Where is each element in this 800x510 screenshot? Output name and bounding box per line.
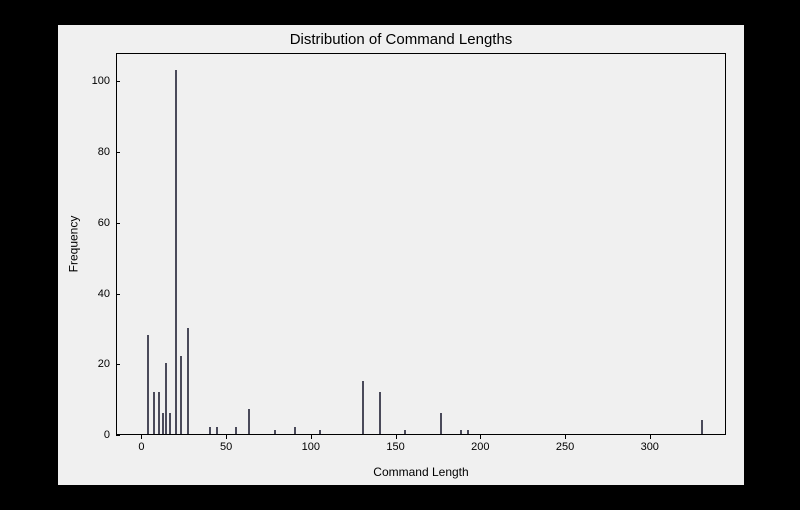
y-tick-label: 80 (80, 146, 110, 158)
x-tick-label: 250 (556, 441, 574, 453)
y-tick-label: 40 (80, 288, 110, 300)
histogram-bar (165, 363, 167, 434)
histogram-bar (701, 420, 703, 434)
histogram-bar (274, 430, 276, 434)
histogram-bar (294, 427, 296, 434)
histogram-bar (158, 392, 160, 434)
histogram-bar (440, 413, 442, 434)
y-tick-mark (116, 294, 120, 295)
y-tick-label: 0 (80, 429, 110, 441)
chart-title: Distribution of Command Lengths (58, 31, 744, 48)
y-tick-label: 100 (80, 75, 110, 87)
y-tick-mark (116, 223, 120, 224)
x-tick-mark (141, 435, 142, 439)
x-tick-mark (311, 435, 312, 439)
x-tick-mark (226, 435, 227, 439)
histogram-bar (180, 356, 182, 434)
histogram-bar (169, 413, 171, 434)
y-tick-label: 60 (80, 217, 110, 229)
x-tick-label: 200 (471, 441, 489, 453)
histogram-bar (319, 430, 321, 434)
histogram-bar (235, 427, 237, 434)
x-tick-label: 100 (302, 441, 320, 453)
x-tick-mark (396, 435, 397, 439)
histogram-bar (209, 427, 211, 434)
y-tick-label: 20 (80, 358, 110, 370)
x-tick-mark (650, 435, 651, 439)
histogram-bar (379, 392, 381, 434)
y-tick-mark (116, 364, 120, 365)
x-tick-label: 150 (386, 441, 404, 453)
y-tick-mark (116, 152, 120, 153)
histogram-bar (175, 70, 177, 434)
histogram-bar (248, 409, 250, 434)
histogram-bar (467, 430, 469, 434)
chart-figure: Distribution of Command Lengths Command … (58, 25, 744, 485)
y-tick-mark (116, 435, 120, 436)
plot-area (116, 53, 726, 435)
y-axis-label: Frequency (66, 53, 80, 435)
x-tick-label: 300 (641, 441, 659, 453)
x-tick-mark (480, 435, 481, 439)
histogram-bar (460, 430, 462, 434)
histogram-bar (362, 381, 364, 434)
histogram-bar (187, 328, 189, 434)
x-tick-label: 50 (220, 441, 232, 453)
x-tick-label: 0 (138, 441, 144, 453)
x-tick-mark (565, 435, 566, 439)
histogram-bar (147, 335, 149, 434)
y-tick-mark (116, 81, 120, 82)
histogram-bar (404, 430, 406, 434)
histogram-bar (153, 392, 155, 434)
x-axis-label: Command Length (116, 465, 726, 479)
histogram-bar (216, 427, 218, 434)
histogram-bar (162, 413, 164, 434)
